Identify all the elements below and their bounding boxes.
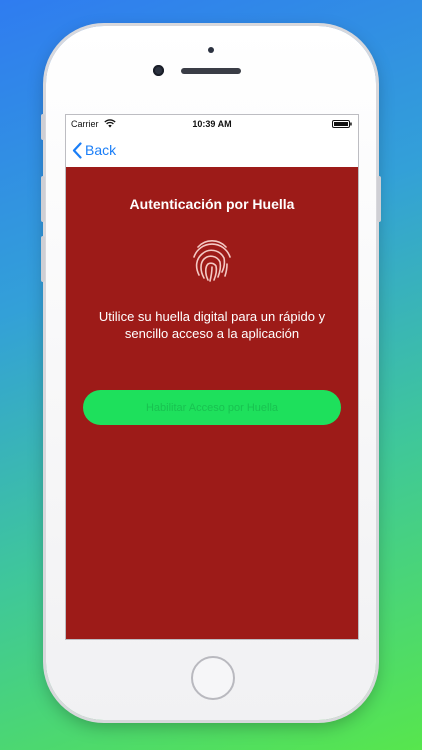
volume-down-button (41, 236, 45, 282)
battery-icon (332, 120, 352, 128)
fingerprint-auth-panel: Autenticación por Huella Utilice su huel… (66, 167, 358, 639)
page-title: Autenticación por Huella (129, 196, 295, 212)
enable-fingerprint-button[interactable]: Habilitar Acceso por Huella (83, 390, 341, 425)
earpiece-speaker (181, 68, 241, 74)
back-button[interactable]: Back (72, 139, 116, 161)
navigation-bar: Back (66, 133, 358, 167)
status-time: 10:39 AM (192, 119, 232, 129)
description-text: Utilice su huella digital para un rápido… (98, 309, 326, 341)
phone-screen: Carrier 10:39 AM Back Autenticación por … (65, 114, 359, 640)
phone-frame: Carrier 10:39 AM Back Autenticación por … (41, 26, 381, 720)
mute-switch (41, 114, 45, 140)
power-button (377, 176, 381, 222)
status-bar: Carrier 10:39 AM (66, 115, 358, 133)
back-button-label: Back (85, 142, 117, 158)
proximity-sensor (208, 47, 214, 53)
fingerprint-icon (193, 240, 231, 282)
volume-up-button (41, 176, 45, 222)
enable-fingerprint-button-label: Habilitar Acceso por Huella (145, 401, 279, 414)
chevron-left-icon (72, 141, 82, 159)
front-camera (153, 65, 164, 76)
home-button[interactable] (191, 656, 235, 700)
